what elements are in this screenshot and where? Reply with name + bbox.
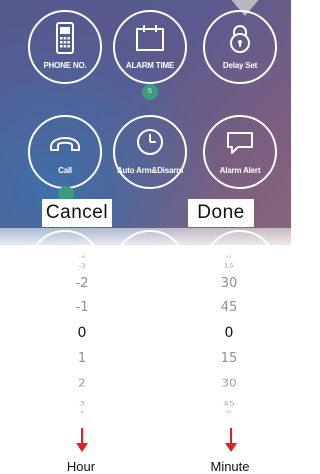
- calendar-icon: [136, 25, 164, 51]
- minute-option[interactable]: 45: [209, 300, 249, 315]
- alarm-alert-label: Alarm Alert: [219, 166, 261, 175]
- delay-set-label: Delay Set: [222, 61, 258, 70]
- padlock-icon: [230, 25, 250, 53]
- hour-option[interactable]: 2: [62, 377, 102, 390]
- delay-set-button[interactable]: Delay Set: [203, 10, 277, 84]
- hour-arrow-icon: [76, 443, 88, 452]
- picker-top-fade: [0, 228, 291, 250]
- hour-caption: Hour: [66, 459, 96, 474]
- hour-option[interactable]: -1: [62, 300, 102, 315]
- minute-option[interactable]: 0: [209, 255, 249, 259]
- minute-caption: Minute: [210, 459, 250, 474]
- chat-bubble-icon: [227, 132, 253, 154]
- auto-arm-disarm-label: Auto Arm&Disarm: [116, 166, 184, 175]
- time-picker[interactable]: -4 -3 -2 -1 0 1 2 3 4 0 15 30 45 0 15 30 45 0: [0, 245, 291, 425]
- alarm-time-label: ALARM TIME: [125, 61, 175, 70]
- hour-option[interactable]: 1: [62, 351, 102, 366]
- minute-option[interactable]: 30: [209, 276, 249, 291]
- phone-number-button[interactable]: PHONE NO.: [28, 10, 102, 84]
- minute-option[interactable]: 45: [209, 401, 249, 408]
- minute-option[interactable]: 15: [209, 351, 249, 366]
- minute-option[interactable]: 15: [209, 262, 249, 268]
- minute-option[interactable]: 30: [209, 377, 249, 390]
- alarm-time-button[interactable]: ALARM TIME: [113, 10, 187, 84]
- minute-selected[interactable]: 0: [209, 325, 249, 341]
- hour-option[interactable]: -2: [62, 276, 102, 291]
- hour-option[interactable]: 3: [62, 401, 102, 408]
- minute-arrow-icon: [225, 443, 237, 452]
- done-button[interactable]: Done: [188, 199, 254, 227]
- hour-selected[interactable]: 0: [62, 325, 102, 341]
- call-button[interactable]: Call: [28, 115, 102, 189]
- handset-icon: [50, 137, 80, 151]
- hour-option[interactable]: -4: [62, 255, 102, 259]
- minute-option[interactable]: 0: [209, 410, 249, 414]
- auto-arm-disarm-button[interactable]: Auto Arm&Disarm: [113, 115, 187, 189]
- alarm-time-badge: 5: [142, 84, 158, 100]
- hour-option[interactable]: -3: [62, 262, 102, 268]
- cancel-button[interactable]: Cancel: [42, 199, 112, 227]
- phone-number-label: PHONE NO.: [43, 61, 87, 70]
- phone-icon: [56, 22, 74, 54]
- call-label: Call: [58, 166, 72, 175]
- alarm-alert-button[interactable]: Alarm Alert: [203, 115, 277, 189]
- clock-icon: [137, 129, 163, 155]
- hour-option[interactable]: 4: [62, 410, 102, 414]
